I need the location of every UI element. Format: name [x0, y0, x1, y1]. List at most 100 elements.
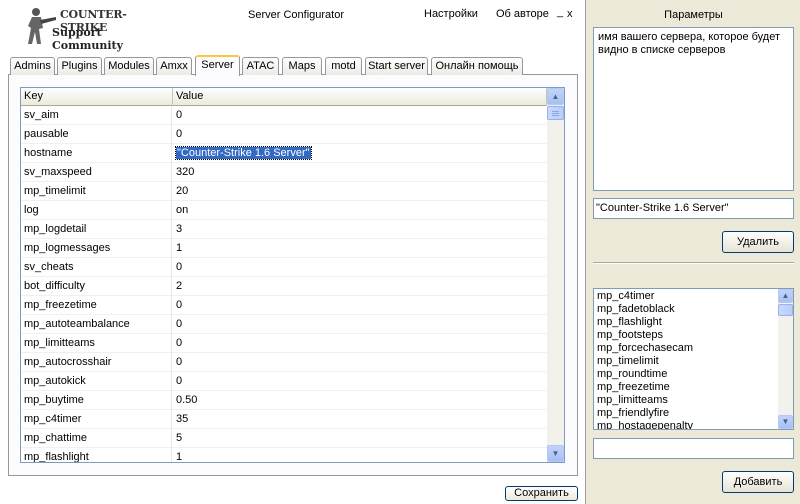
tab-motd[interactable]: motd: [325, 57, 362, 75]
table-row[interactable]: bot_difficulty 2: [21, 277, 547, 296]
row-value[interactable]: 0: [173, 258, 547, 277]
tab-server[interactable]: Server: [195, 55, 240, 76]
row-value[interactable]: "Counter-Strike 1.6 Server": [173, 144, 547, 163]
tab-atac[interactable]: ATAC: [242, 57, 279, 75]
list-item[interactable]: mp_friendlyfire: [594, 407, 778, 420]
add-button[interactable]: Добавить: [722, 471, 794, 493]
list-item[interactable]: mp_roundtime: [594, 368, 778, 381]
row-value[interactable]: 2: [173, 277, 547, 296]
vars-scroll-up-icon[interactable]: ▲: [778, 289, 793, 303]
row-value[interactable]: 1: [173, 448, 547, 462]
list-item[interactable]: mp_hostagepenalty: [594, 420, 778, 429]
tab-modules[interactable]: Modules: [104, 57, 154, 75]
table-row[interactable]: mp_autocrosshair 0: [21, 353, 547, 372]
vars-scroll-thumb[interactable]: [778, 304, 793, 316]
table-row[interactable]: mp_autoteambalance 0: [21, 315, 547, 334]
row-key[interactable]: mp_flashlight: [21, 448, 172, 462]
table-row[interactable]: mp_freezetime 0: [21, 296, 547, 315]
row-value[interactable]: 1: [173, 239, 547, 258]
row-value[interactable]: 0: [173, 372, 547, 391]
table-row[interactable]: mp_logdetail 3: [21, 220, 547, 239]
list-item[interactable]: mp_freezetime: [594, 381, 778, 394]
tab-amxx[interactable]: Amxx: [156, 57, 192, 75]
row-value[interactable]: 35: [173, 410, 547, 429]
row-key[interactable]: mp_timelimit: [21, 182, 172, 201]
row-value[interactable]: 3: [173, 220, 547, 239]
list-item[interactable]: mp_flashlight: [594, 316, 778, 329]
scroll-thumb[interactable]: [547, 106, 564, 120]
row-value[interactable]: 0: [173, 334, 547, 353]
table-row[interactable]: sv_aim 0: [21, 106, 547, 125]
vars-scrollbar[interactable]: ▲ ▼: [778, 289, 793, 429]
table-row[interactable]: mp_chattime 5: [21, 429, 547, 448]
row-value[interactable]: 0: [173, 353, 547, 372]
row-key[interactable]: mp_limitteams: [21, 334, 172, 353]
new-var-field[interactable]: [593, 438, 794, 459]
row-value[interactable]: on: [173, 201, 547, 220]
row-key[interactable]: sv_maxspeed: [21, 163, 172, 182]
scroll-up-icon[interactable]: ▲: [547, 88, 564, 105]
table-row[interactable]: mp_limitteams 0: [21, 334, 547, 353]
row-value[interactable]: 0: [173, 125, 547, 144]
list-item[interactable]: mp_timelimit: [594, 355, 778, 368]
column-header-key[interactable]: Key: [21, 88, 173, 106]
selected-value[interactable]: "Counter-Strike 1.6 Server": [175, 146, 312, 160]
row-key[interactable]: mp_freezetime: [21, 296, 172, 315]
row-value[interactable]: 0: [173, 315, 547, 334]
tab-plugins[interactable]: Plugins: [57, 57, 102, 75]
row-key[interactable]: mp_autokick: [21, 372, 172, 391]
close-button[interactable]: x: [567, 8, 573, 20]
row-value[interactable]: 0: [173, 296, 547, 315]
row-value[interactable]: 20: [173, 182, 547, 201]
row-value[interactable]: 5: [173, 429, 547, 448]
param-description[interactable]: имя вашего сервера, которое будет видно …: [593, 27, 794, 191]
table-row[interactable]: mp_logmessages 1: [21, 239, 547, 258]
table-row[interactable]: mp_buytime 0.50: [21, 391, 547, 410]
tab-maps[interactable]: Maps: [282, 57, 322, 75]
row-key[interactable]: hostname: [21, 144, 172, 163]
table-row[interactable]: mp_timelimit 20: [21, 182, 547, 201]
list-item[interactable]: mp_limitteams: [594, 394, 778, 407]
row-value[interactable]: 0: [173, 106, 547, 125]
tab-start-server[interactable]: Start server: [365, 57, 428, 75]
grid-scrollbar[interactable]: ▲ ▼: [547, 88, 564, 462]
row-key[interactable]: mp_logdetail: [21, 220, 172, 239]
row-key[interactable]: sv_cheats: [21, 258, 172, 277]
row-value[interactable]: 0.50: [173, 391, 547, 410]
row-key[interactable]: mp_c4timer: [21, 410, 172, 429]
scroll-down-icon[interactable]: ▼: [547, 445, 564, 462]
list-item[interactable]: mp_footsteps: [594, 329, 778, 342]
table-row[interactable]: sv_cheats 0: [21, 258, 547, 277]
tab-online-help[interactable]: Онлайн помощь: [431, 57, 523, 75]
list-item[interactable]: mp_forcechasecam: [594, 342, 778, 355]
row-key[interactable]: pausable: [21, 125, 172, 144]
available-vars-list[interactable]: mp_c4timer mp_fadetoblack mp_flashlight mp_…: [593, 288, 794, 430]
menu-settings[interactable]: Настройки: [424, 8, 478, 20]
column-header-value[interactable]: Value: [173, 88, 547, 106]
row-value[interactable]: 320: [173, 163, 547, 182]
row-key[interactable]: mp_autocrosshair: [21, 353, 172, 372]
menu-about[interactable]: Об авторе: [496, 8, 549, 20]
table-row[interactable]: sv_maxspeed 320: [21, 163, 547, 182]
table-row[interactable]: pausable 0: [21, 125, 547, 144]
param-value-field[interactable]: "Counter-Strike 1.6 Server": [593, 198, 794, 219]
list-item[interactable]: mp_fadetoblack: [594, 303, 778, 316]
table-row[interactable]: mp_c4timer 35: [21, 410, 547, 429]
tab-admins[interactable]: Admins: [10, 57, 55, 75]
table-row[interactable]: hostname "Counter-Strike 1.6 Server": [21, 144, 547, 163]
row-key[interactable]: bot_difficulty: [21, 277, 172, 296]
row-key[interactable]: sv_aim: [21, 106, 172, 125]
table-row[interactable]: mp_flashlight 1: [21, 448, 547, 462]
save-button[interactable]: Сохранить: [505, 486, 578, 501]
row-key[interactable]: log: [21, 201, 172, 220]
delete-button[interactable]: Удалить: [722, 231, 794, 253]
table-row[interactable]: mp_autokick 0: [21, 372, 547, 391]
vars-scroll-down-icon[interactable]: ▼: [778, 415, 793, 429]
row-key[interactable]: mp_logmessages: [21, 239, 172, 258]
list-item[interactable]: mp_c4timer: [594, 290, 778, 303]
row-key[interactable]: mp_chattime: [21, 429, 172, 448]
row-key[interactable]: mp_buytime: [21, 391, 172, 410]
table-row[interactable]: log on: [21, 201, 547, 220]
row-key[interactable]: mp_autoteambalance: [21, 315, 172, 334]
minimize-button[interactable]: _: [557, 6, 563, 18]
